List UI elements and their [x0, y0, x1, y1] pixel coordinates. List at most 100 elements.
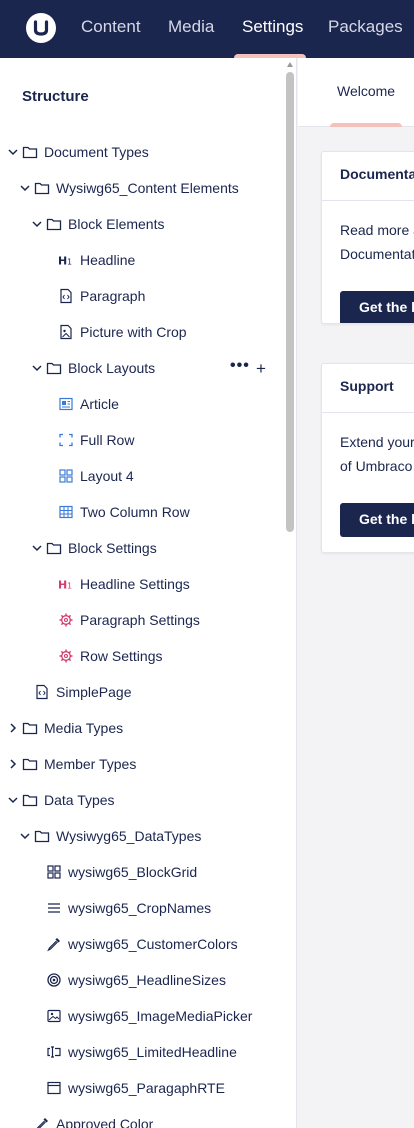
svg-text:1: 1 [67, 258, 72, 267]
folder-icon [46, 218, 62, 231]
tree-item-label: Picture with Crop [80, 324, 187, 340]
tree-item-media-types[interactable]: Media Types [0, 711, 284, 747]
tree-item-label: Approved Color [56, 1116, 154, 1128]
more-actions-button[interactable]: ••• [230, 358, 250, 374]
main-dashboard: Welcome Documentation Read more about Do… [298, 58, 414, 1128]
image-icon [47, 1009, 61, 1023]
tree-item-label: Two Column Row [80, 504, 190, 520]
umbraco-logo-icon [33, 20, 49, 36]
folder-icon [22, 794, 38, 807]
tree-item-label: Member Types [44, 756, 137, 772]
get-help-button[interactable]: Get the help [340, 291, 414, 323]
tree-item-block-elements[interactable]: Block Elements [0, 207, 284, 243]
heading-icon: H1 [58, 579, 72, 592]
tree-item-label: Wysiwyg65_DataTypes [56, 828, 202, 844]
tree-item-label: wysiwg65_CustomerColors [68, 936, 238, 952]
chevron-down-icon[interactable] [31, 218, 43, 230]
chevron-down-icon[interactable] [31, 362, 43, 374]
table-icon [59, 505, 73, 519]
target-icon [47, 973, 61, 987]
tree-item-label: Data Types [44, 792, 115, 808]
tree-item-wysiwg65-paragaphrte[interactable]: wysiwg65_ParagaphRTE [0, 1071, 284, 1107]
full-row-icon [59, 433, 73, 447]
add-child-button[interactable]: + [256, 360, 266, 377]
block-grid-icon [47, 865, 61, 879]
chevron-right-icon[interactable] [7, 722, 19, 734]
code-document-icon [36, 684, 48, 700]
tree-item-wysiwg65-imagemediapicker[interactable]: wysiwg65_ImageMediaPicker [0, 999, 284, 1035]
tree-item-block-layouts[interactable]: Block Layouts ••• + [0, 351, 284, 387]
tree-item-wysiwg65-headlinesizes[interactable]: wysiwg65_HeadlineSizes [0, 963, 284, 999]
tab-active-indicator [330, 123, 402, 127]
card-title: Documentation [340, 166, 414, 182]
chevron-down-icon[interactable] [19, 830, 31, 842]
tree-item-full-row[interactable]: Full Row [0, 423, 284, 459]
card-divider [322, 412, 414, 413]
tree-item-label: wysiwg65_CropNames [68, 900, 212, 916]
chevron-down-icon[interactable] [7, 794, 19, 806]
tree-item-approved-color[interactable]: Approved Color [0, 1107, 284, 1128]
tree-item-wysiwyg65-datatypes[interactable]: Wysiwyg65_DataTypes [0, 819, 284, 855]
svg-text:H: H [58, 255, 67, 268]
svg-text:1: 1 [67, 582, 72, 591]
folder-icon [22, 758, 38, 771]
tree-item-document-types[interactable]: Document Types [0, 135, 284, 171]
picture-document-icon [60, 324, 72, 340]
tree-item-label: wysiwg65_ImageMediaPicker [68, 1008, 253, 1024]
dashboard-tabs: Welcome [298, 58, 414, 127]
tree-item-label: Headline Settings [80, 576, 190, 592]
scroll-up-arrow-icon[interactable] [287, 62, 293, 67]
tree-item-layout-4[interactable]: Layout 4 [0, 459, 284, 495]
chevron-down-icon[interactable] [7, 146, 19, 158]
tree-item-label: SimplePage [56, 684, 132, 700]
tree-item-wysiwg65-limitedheadline[interactable]: wysiwg65_LimitedHeadline [0, 1035, 284, 1071]
layout-grid-icon [59, 469, 73, 483]
tree-item-label: Paragraph Settings [80, 612, 200, 628]
tree-item-paragraph-settings[interactable]: Paragraph Settings [0, 603, 284, 639]
color-picker-icon [36, 1118, 48, 1128]
tree-item-headline[interactable]: H1 Headline [0, 243, 284, 279]
umbraco-logo[interactable] [26, 13, 56, 43]
tree-item-data-types[interactable]: Data Types [0, 783, 284, 819]
svg-text:H: H [58, 579, 67, 592]
tree-item-two-column-row[interactable]: Two Column Row [0, 495, 284, 531]
tree-item-label: Media Types [44, 720, 124, 736]
tree-item-simplepage[interactable]: SimplePage [0, 675, 284, 711]
nav-tab-content[interactable]: Content [81, 17, 141, 37]
window-icon [47, 1081, 61, 1095]
tree-item-article[interactable]: Article [0, 387, 284, 423]
chevron-right-icon[interactable] [7, 758, 19, 770]
chevron-down-icon[interactable] [19, 182, 31, 194]
tree-item-paragraph[interactable]: Paragraph [0, 279, 284, 315]
nav-tab-settings[interactable]: Settings [242, 17, 303, 37]
card-title: Support [340, 378, 394, 394]
nav-tab-packages[interactable]: Packages [328, 17, 403, 37]
text-box-icon [47, 1046, 61, 1058]
tree-item-label: Block Elements [68, 216, 165, 232]
tree-item-wysiwg65-content-elements[interactable]: Wysiwg65_Content Elements [0, 171, 284, 207]
get-help-button[interactable]: Get the help [340, 503, 414, 537]
tree-item-label: Layout 4 [80, 468, 134, 484]
sidebar-title: Structure [22, 88, 89, 105]
tree-item-headline-settings[interactable]: H1 Headline Settings [0, 567, 284, 603]
tree-item-block-settings[interactable]: Block Settings [0, 531, 284, 567]
button-label: Get the help [359, 511, 414, 527]
tree-item-wysiwg65-cropnames[interactable]: wysiwg65_CropNames [0, 891, 284, 927]
tree-item-picture-with-crop[interactable]: Picture with Crop [0, 315, 284, 351]
tree-item-label: Article [80, 396, 119, 412]
chevron-down-icon[interactable] [31, 542, 43, 554]
tree-item-label: wysiwg65_LimitedHeadline [68, 1044, 237, 1060]
tab-welcome[interactable]: Welcome [337, 83, 395, 99]
tree-item-row-settings[interactable]: Row Settings [0, 639, 284, 675]
tree-item-wysiwg65-customercolors[interactable]: wysiwg65_CustomerColors [0, 927, 284, 963]
tree-item-label: Full Row [80, 432, 135, 448]
sidebar-scrollbar-thumb[interactable] [286, 72, 294, 532]
list-icon [48, 903, 60, 913]
card-text: of Umbraco [340, 458, 413, 474]
tree-item-label: Wysiwg65_Content Elements [56, 180, 239, 196]
tree-item-member-types[interactable]: Member Types [0, 747, 284, 783]
card-text: Read more about [340, 222, 414, 238]
nav-tab-media[interactable]: Media [168, 17, 214, 37]
top-header: Content Media Settings Packages [0, 0, 414, 58]
tree-item-wysiwg65-blockgrid[interactable]: wysiwg65_BlockGrid [0, 855, 284, 891]
